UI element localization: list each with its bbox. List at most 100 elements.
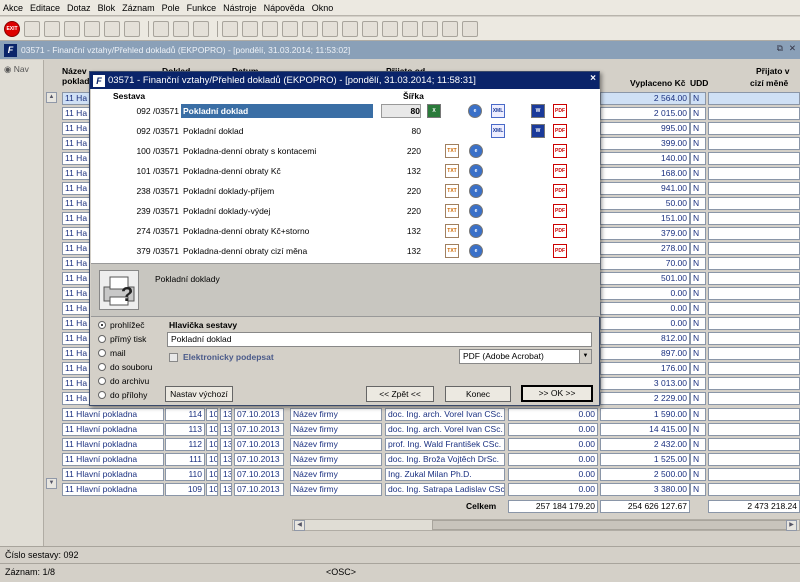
table-row-flag[interactable]: N <box>690 227 706 240</box>
filter-icon-icon[interactable] <box>124 20 140 37</box>
ie-export-icon[interactable]: e <box>469 224 483 238</box>
radio-icon[interactable] <box>98 362 106 371</box>
table-row-flag[interactable]: N <box>690 302 706 315</box>
table-row-cash[interactable]: 11 Ha <box>62 317 92 330</box>
copy-icon[interactable] <box>242 20 258 37</box>
table-cell-flag[interactable]: N <box>690 468 706 481</box>
table-row-flag[interactable]: N <box>690 167 706 180</box>
table-row-flag[interactable]: N <box>690 212 706 225</box>
ie-export-icon[interactable]: e <box>469 144 483 158</box>
table-row-recv[interactable] <box>708 107 800 120</box>
table-cell-amt[interactable]: 0.00 <box>508 468 598 481</box>
report-row[interactable]: 092 /03571 Pokladní doklad 80 XML W PDF <box>91 121 600 141</box>
report-row[interactable]: 238 /03571 Pokladní doklady-příjem 220 TXT e… <box>91 181 600 201</box>
table-row-cash[interactable]: 11 Ha <box>62 272 92 285</box>
ok-button[interactable]: >> OK >> <box>521 385 593 402</box>
table-row-cash[interactable]: 11 Ha <box>62 122 92 135</box>
table-cell-person[interactable]: Ing. Zukal Milan Ph.D. <box>385 468 505 481</box>
pdf-export-icon[interactable]: PDF <box>553 104 567 118</box>
txt-export-icon[interactable]: TXT <box>445 204 459 218</box>
table-cell-paid[interactable]: 2 432.00 <box>600 438 690 451</box>
table-row-flag[interactable]: N <box>690 347 706 360</box>
table-cell-paid[interactable]: 14 415.00 <box>600 423 690 436</box>
table-row-recv[interactable] <box>708 122 800 135</box>
table-row-flag[interactable]: N <box>690 182 706 195</box>
back-button[interactable]: << Zpět << <box>366 386 434 402</box>
report-name[interactable]: Pokladní doklady-příjem <box>181 181 373 201</box>
menu-item-0[interactable]: Akce <box>3 3 23 13</box>
report-row[interactable]: 101 /03571 Pokladna-denní obraty Kč 132 TXT… <box>91 161 600 181</box>
table-row-paid[interactable]: 897.00 <box>600 347 690 360</box>
scroll-down-icon[interactable]: ▼ <box>46 478 57 489</box>
set-default-button[interactable]: Nastav výchozí <box>165 386 233 402</box>
print-icon[interactable] <box>153 20 169 37</box>
undo-icon[interactable] <box>342 20 358 37</box>
table-row-paid[interactable]: 0.00 <box>600 302 690 315</box>
report-row[interactable]: 274 /03571 Pokladna-denní obraty Kč+storn… <box>91 221 600 241</box>
pdf-export-icon[interactable]: PDF <box>553 184 567 198</box>
table-cell-a[interactable]: 10 <box>206 483 218 496</box>
table-cell-b[interactable]: 13 <box>220 468 232 481</box>
table-row-cash[interactable]: 11 Ha <box>62 197 92 210</box>
table-row-flag[interactable]: N <box>690 332 706 345</box>
table-cell-flag[interactable]: N <box>690 438 706 451</box>
table-cell-firm[interactable]: Název firmy <box>290 408 382 421</box>
table-row-paid[interactable]: 0.00 <box>600 317 690 330</box>
table-row-flag[interactable]: N <box>690 317 706 330</box>
table-row-paid[interactable]: 151.00 <box>600 212 690 225</box>
table-cell-amt[interactable]: 0.00 <box>508 438 598 451</box>
table-row-paid[interactable]: 501.00 <box>600 272 690 285</box>
table-cell-b[interactable]: 13 <box>220 453 232 466</box>
table-row-flag[interactable]: N <box>690 152 706 165</box>
table-row-paid[interactable]: 2 564.00 <box>600 92 690 105</box>
table-cell-b[interactable]: 13 <box>220 423 232 436</box>
table-row-recv[interactable] <box>708 227 800 240</box>
txt-export-icon[interactable]: TXT <box>445 224 459 238</box>
table-cell-recv[interactable] <box>708 423 800 436</box>
table-cell-cash[interactable]: 11 Hlavní pokladna <box>62 483 164 496</box>
table-cell-doc[interactable]: 110 <box>165 468 205 481</box>
table-cell-paid[interactable]: 1 525.00 <box>600 453 690 466</box>
radio-icon[interactable] <box>98 334 106 343</box>
end-button[interactable]: Konec <box>445 386 511 402</box>
table-cell-a[interactable]: 10 <box>206 468 218 481</box>
table-row-recv[interactable] <box>708 92 800 105</box>
table-row-paid[interactable]: 278.00 <box>600 242 690 255</box>
output-option-2[interactable]: mail <box>98 346 126 359</box>
query-icon-icon[interactable] <box>104 20 120 37</box>
table-row-cash[interactable]: 11 Ha <box>62 212 92 225</box>
output-option-4[interactable]: do archivu <box>98 374 149 387</box>
table-row-flag[interactable]: N <box>690 137 706 150</box>
table-row-recv[interactable] <box>708 392 800 405</box>
table-row-paid[interactable]: 176.00 <box>600 362 690 375</box>
table-row-cash[interactable]: 11 Ha <box>62 377 92 390</box>
table-row-paid[interactable]: 995.00 <box>600 122 690 135</box>
table-row-flag[interactable]: N <box>690 242 706 255</box>
menu-item-4[interactable]: Záznam <box>122 3 155 13</box>
exit-icon[interactable]: EXIT <box>4 20 20 37</box>
table-row-cash[interactable]: 11 Ha <box>62 167 92 180</box>
table-row-recv[interactable] <box>708 332 800 345</box>
new-icon[interactable] <box>302 20 318 37</box>
table-row-paid[interactable]: 70.00 <box>600 257 690 270</box>
table-row-flag[interactable]: N <box>690 362 706 375</box>
paste-icon[interactable] <box>262 20 278 37</box>
table-row-paid[interactable]: 2 229.00 <box>600 392 690 405</box>
radio-icon[interactable] <box>98 376 106 385</box>
table-cell-person[interactable]: doc. Ing. Broža Vojtěch DrSc. <box>385 453 505 466</box>
esign-checkbox[interactable]: Elektronicky podepsat <box>169 352 274 362</box>
table-cell-flag[interactable]: N <box>690 423 706 436</box>
report-name[interactable]: Pokladna-denní obraty cizí měna <box>181 241 373 261</box>
table-cell-flag[interactable]: N <box>690 453 706 466</box>
table-cell-person[interactable]: prof. Ing. Wald František CSc. <box>385 438 505 451</box>
record-first-icon[interactable] <box>24 20 40 37</box>
word-export-icon[interactable]: W <box>531 124 545 138</box>
table-row-recv[interactable] <box>708 152 800 165</box>
table-row-recv[interactable] <box>708 212 800 225</box>
table-row-cash[interactable]: 11 Ha <box>62 302 92 315</box>
menu-item-1[interactable]: Editace <box>30 3 60 13</box>
table-row-cash[interactable]: 11 Ha <box>62 287 92 300</box>
nav-toggle[interactable]: ◉ Nav <box>4 64 29 74</box>
horizontal-scroll-thumb[interactable] <box>432 520 794 530</box>
table-cell-amt[interactable]: 0.00 <box>508 483 598 496</box>
